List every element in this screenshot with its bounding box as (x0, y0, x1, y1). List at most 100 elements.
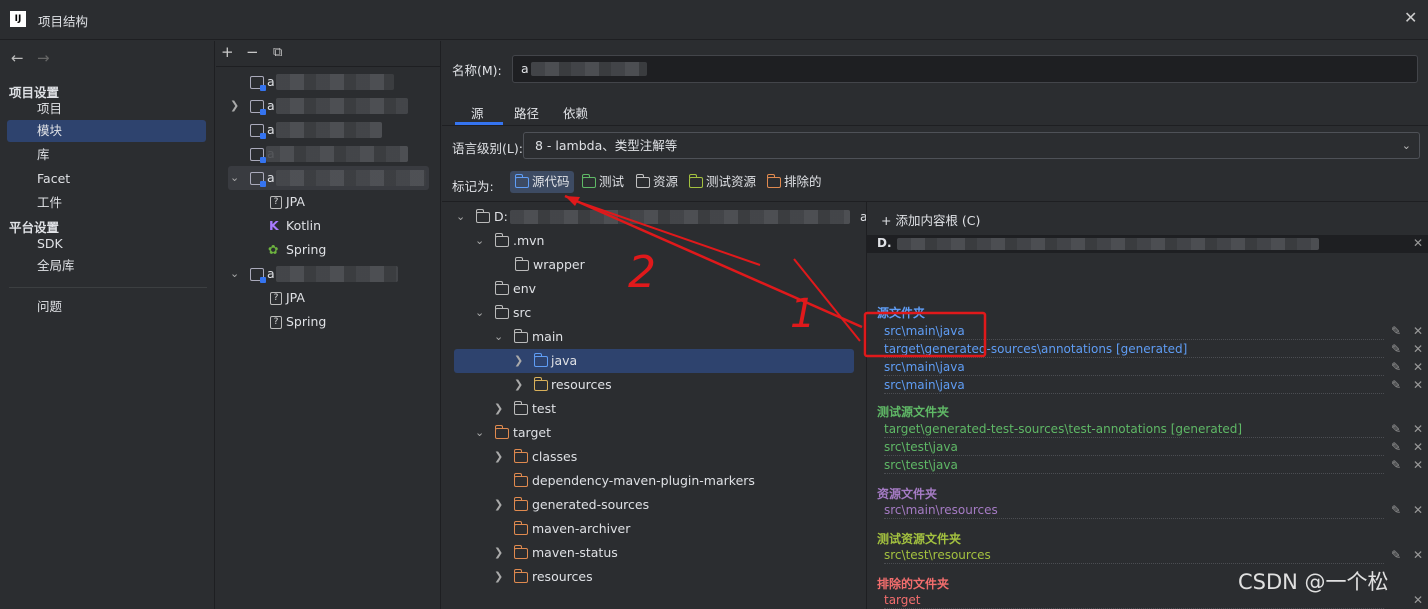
module-row[interactable]: a (216, 70, 441, 94)
add-module-icon[interactable]: + (221, 43, 234, 61)
name-input[interactable]: a (512, 55, 1418, 83)
edit-pencil-icon[interactable]: ✎ (1391, 422, 1401, 436)
module-row[interactable]: ⌄ a (216, 262, 441, 286)
chevron-right-icon[interactable]: ❯ (514, 373, 523, 397)
language-level-select[interactable]: 8 - lambda、类型注解等 ⌄ (523, 132, 1420, 159)
nav-item-problems[interactable]: 问题 (7, 296, 206, 318)
remove-folder-icon[interactable]: ✕ (1413, 378, 1423, 392)
mark-excluded-button[interactable]: 排除的 (762, 171, 826, 193)
mark-test-resources-button[interactable]: 测试资源 (684, 171, 760, 193)
remove-folder-icon[interactable]: ✕ (1413, 440, 1423, 454)
facet-row[interactable]: ✿ Spring (216, 238, 441, 262)
chevron-down-icon[interactable]: ⌄ (230, 166, 239, 190)
add-content-root-button[interactable]: + 添加内容根 (C) (881, 210, 980, 229)
nav-item-sdk[interactable]: SDK (7, 233, 206, 255)
nav-item-libraries[interactable]: 库 (7, 144, 206, 166)
facet-row[interactable]: ? Spring (216, 310, 441, 334)
content-folder-entry[interactable]: src\test\java (884, 440, 958, 454)
tree-row[interactable]: wrapper (454, 253, 854, 277)
copy-module-icon[interactable]: ⧉ (273, 45, 282, 60)
content-folder-entry[interactable]: src\test\java (884, 458, 958, 472)
remove-folder-icon[interactable]: ✕ (1413, 324, 1423, 338)
dotted-leader (884, 393, 1384, 394)
facet-row[interactable]: ? JPA (216, 190, 441, 214)
content-folder-entry[interactable]: target\generated-test-sources\test-annot… (884, 422, 1242, 436)
remove-folder-icon[interactable]: ✕ (1413, 458, 1423, 472)
remove-module-icon[interactable]: − (246, 43, 259, 61)
edit-pencil-icon[interactable]: ✎ (1391, 458, 1401, 472)
tree-row[interactable]: maven-archiver (454, 517, 854, 541)
remove-folder-icon[interactable]: ✕ (1413, 422, 1423, 436)
edit-pencil-icon[interactable]: ✎ (1391, 503, 1401, 517)
module-row[interactable]: a (216, 142, 441, 166)
chevron-right-icon[interactable]: ❯ (494, 493, 503, 517)
nav-item-artifacts[interactable]: 工件 (7, 192, 206, 214)
facet-row[interactable]: ? JPA (216, 286, 441, 310)
content-folder-entry[interactable]: src\main\java (884, 360, 965, 374)
content-folder-entry[interactable]: target (884, 593, 921, 607)
tree-row[interactable]: ⌄ target (454, 421, 854, 445)
module-row-selected[interactable]: ⌄ a (228, 166, 429, 190)
module-icon (250, 268, 266, 283)
chevron-down-icon[interactable]: ⌄ (456, 205, 465, 229)
chevron-right-icon[interactable]: ❯ (494, 541, 503, 565)
remove-folder-icon[interactable]: ✕ (1413, 593, 1423, 607)
tree-row[interactable]: ❯ resources (454, 373, 854, 397)
edit-pencil-icon[interactable]: ✎ (1391, 360, 1401, 374)
edit-pencil-icon[interactable]: ✎ (1391, 342, 1401, 356)
tab-paths[interactable]: 路径 (514, 103, 539, 125)
content-folder-entry[interactable]: src\test\resources (884, 548, 991, 562)
window-title: 项目结构 (38, 14, 89, 29)
tree-row[interactable]: ⌄ main (454, 325, 854, 349)
chevron-down-icon[interactable]: ⌄ (494, 325, 503, 349)
chevron-right-icon[interactable]: ❯ (494, 565, 503, 589)
back-arrow-icon[interactable]: ← (11, 49, 24, 67)
tree-row[interactable]: env (454, 277, 854, 301)
chevron-down-icon[interactable]: ⌄ (475, 301, 484, 325)
tree-row-root[interactable]: ⌄ D: a (454, 205, 868, 229)
edit-pencil-icon[interactable]: ✎ (1391, 378, 1401, 392)
tree-row[interactable]: ⌄ src (454, 301, 854, 325)
facet-row[interactable]: K Kotlin (216, 214, 441, 238)
nav-item-global-libraries[interactable]: 全局库 (7, 255, 206, 277)
content-folder-entry[interactable]: src\main\java (884, 324, 965, 338)
nav-item-modules[interactable]: 模块 (7, 120, 206, 142)
content-folder-entry[interactable]: target\generated-sources\annotations [ge… (884, 342, 1187, 356)
chevron-down-icon[interactable]: ⌄ (475, 421, 484, 445)
mark-tests-button[interactable]: 测试 (577, 171, 628, 193)
remove-folder-icon[interactable]: ✕ (1413, 342, 1423, 356)
tab-dependencies[interactable]: 依赖 (563, 103, 588, 125)
mark-resources-button[interactable]: 资源 (631, 171, 682, 193)
remove-folder-icon[interactable]: ✕ (1413, 503, 1423, 517)
tree-row[interactable]: ❯ test (454, 397, 854, 421)
tree-row-selected[interactable]: ❯ java (454, 349, 854, 373)
chevron-down-icon[interactable]: ⌄ (230, 262, 239, 286)
nav-item-facets[interactable]: Facet (7, 168, 206, 190)
tree-label: env (513, 281, 537, 296)
module-row[interactable]: a (216, 118, 441, 142)
chevron-right-icon[interactable]: ❯ (230, 94, 239, 118)
edit-pencil-icon[interactable]: ✎ (1391, 440, 1401, 454)
remove-folder-icon[interactable]: ✕ (1413, 360, 1423, 374)
remove-folder-icon[interactable]: ✕ (1413, 548, 1423, 562)
tree-row[interactable]: ❯ generated-sources (454, 493, 854, 517)
edit-pencil-icon[interactable]: ✎ (1391, 324, 1401, 338)
tree-row[interactable]: ❯ classes (454, 445, 854, 469)
chevron-down-icon[interactable]: ⌄ (475, 229, 484, 253)
tree-row[interactable]: dependency-maven-plugin-markers (454, 469, 854, 493)
content-folder-entry[interactable]: src\main\java (884, 378, 965, 392)
chevron-right-icon[interactable]: ❯ (494, 397, 503, 421)
nav-item-project[interactable]: 项目 (7, 98, 206, 120)
content-folder-entry[interactable]: src\main\resources (884, 503, 998, 517)
edit-pencil-icon[interactable]: ✎ (1391, 548, 1401, 562)
tree-row[interactable]: ⌄ .mvn (454, 229, 854, 253)
forward-arrow-icon[interactable]: → (37, 49, 50, 67)
tree-row[interactable]: ❯ resources (454, 565, 854, 589)
module-row[interactable]: ❯ a (216, 94, 441, 118)
remove-root-icon[interactable]: ✕ (1413, 236, 1423, 250)
mark-sources-button[interactable]: 源代码 (510, 171, 574, 193)
tree-row[interactable]: ❯ maven-status (454, 541, 854, 565)
chevron-right-icon[interactable]: ❯ (494, 445, 503, 469)
chevron-right-icon[interactable]: ❯ (514, 349, 523, 373)
close-icon[interactable]: ✕ (1404, 8, 1417, 27)
